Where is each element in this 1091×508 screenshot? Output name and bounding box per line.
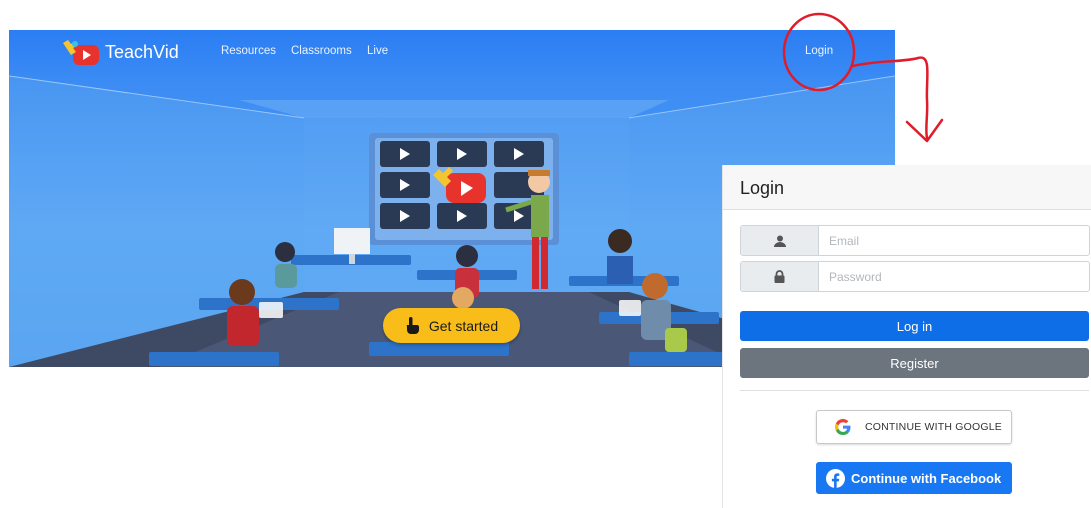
divider [740, 390, 1089, 391]
password-field-group [740, 261, 1090, 292]
login-title: Login [740, 178, 785, 198]
login-panel: Login Log in Register CONTINUE WIT [722, 165, 1091, 508]
register-button[interactable]: Register [740, 348, 1089, 378]
site-brand[interactable]: TeachVid [105, 42, 179, 63]
nav-classrooms[interactable]: Classrooms [291, 45, 352, 57]
password-input[interactable] [819, 262, 1089, 291]
lock-icon [774, 270, 785, 283]
facebook-icon [826, 468, 845, 488]
user-icon [773, 235, 786, 247]
facebook-button-label: Continue with Facebook [851, 470, 1002, 486]
teachvid-logo-icon[interactable] [61, 39, 101, 67]
login-header: Login [723, 165, 1091, 210]
google-icon [835, 419, 851, 435]
nav-live[interactable]: Live [367, 45, 388, 57]
login-button[interactable]: Log in [740, 311, 1089, 341]
pointing-hand-icon [406, 317, 419, 334]
password-addon [741, 262, 819, 291]
get-started-button[interactable]: Get started [383, 308, 520, 343]
email-field-group [740, 225, 1090, 256]
arrow-head-icon [905, 118, 944, 143]
nav-login-link[interactable]: Login [805, 45, 833, 57]
google-login-button[interactable]: CONTINUE WITH GOOGLE [816, 410, 1012, 444]
nav-resources[interactable]: Resources [221, 45, 276, 57]
get-started-label: Get started [428, 317, 499, 334]
site-navbar: TeachVid Resources Classrooms Live Login [9, 30, 895, 76]
email-addon [741, 226, 819, 255]
email-input[interactable] [819, 226, 1089, 255]
facebook-login-button[interactable]: Continue with Facebook [816, 462, 1012, 494]
google-button-label: CONTINUE WITH GOOGLE [865, 421, 1003, 433]
